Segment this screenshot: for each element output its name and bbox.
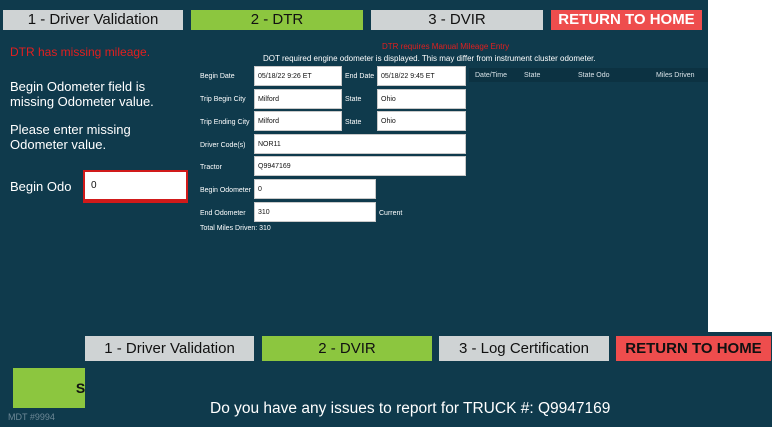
begin-odo-label: Begin Odo: [10, 179, 72, 194]
dvir-screen: 1 - Driver Validation 2 - DVIR 3 - Log C…: [85, 332, 772, 427]
col-miles-driven: Miles Driven: [656, 72, 695, 79]
trip-begin-city-label: Trip Begin City: [200, 96, 246, 103]
return-home-button[interactable]: RETURN TO HOME: [551, 10, 702, 30]
col-date-time: Date/Time: [475, 72, 508, 79]
end-date-field[interactable]: 05/18/22 9:45 ET: [377, 66, 466, 86]
enter-odometer-message: Please enter missing Odometer value.: [10, 122, 131, 152]
issues-question: Do you have any issues to report for TRU…: [210, 400, 611, 417]
state-label-1: State: [345, 96, 362, 103]
end-odometer-label: End Odometer: [200, 210, 246, 217]
dvir-return-home-button[interactable]: RETURN TO HOME: [616, 336, 771, 361]
begin-odo-input[interactable]: 0: [83, 170, 188, 203]
mdt-number: MDT #9994: [8, 412, 55, 422]
tractor-label: Tractor: [200, 164, 222, 171]
tractor-field[interactable]: Q9947169: [254, 156, 466, 176]
missing-odometer-message: Begin Odometer field is missing Odometer…: [10, 79, 154, 109]
col-state-odo: State Odo: [578, 72, 610, 79]
manual-mileage-notice: DTR requires Manual Mileage Entry: [382, 42, 510, 51]
dvir-tab-driver-validation[interactable]: 1 - Driver Validation: [85, 336, 254, 361]
begin-odometer-field[interactable]: 0: [254, 179, 376, 199]
begin-date-field[interactable]: 05/18/22 9:26 ET: [254, 66, 342, 86]
trip-begin-city-field[interactable]: Milford: [254, 89, 342, 109]
error-title: DTR has missing mileage.: [10, 45, 151, 59]
driver-codes-field[interactable]: NOR11: [254, 134, 466, 154]
state-field-2[interactable]: Ohio: [377, 111, 466, 131]
begin-date-label: Begin Date: [200, 73, 235, 80]
tab-driver-validation[interactable]: 1 - Driver Validation: [3, 10, 183, 30]
odometer-disclaimer: DOT required engine odometer is displaye…: [263, 54, 596, 63]
trip-ending-city-label: Trip Ending City: [200, 119, 250, 126]
state-field-1[interactable]: Ohio: [377, 89, 466, 109]
dvir-tab-dvir[interactable]: 2 - DVIR: [262, 336, 432, 361]
col-state: State: [524, 72, 541, 79]
current-label: Current: [379, 210, 403, 217]
total-miles-driven: Total Miles Driven: 310: [200, 225, 271, 232]
tab-dtr[interactable]: 2 - DTR: [191, 10, 363, 30]
state-label-2: State: [345, 119, 362, 126]
dvir-tab-log-certification[interactable]: 3 - Log Certification: [439, 336, 609, 361]
tab-dvir[interactable]: 3 - DVIR: [371, 10, 543, 30]
end-odometer-field[interactable]: 310: [254, 202, 376, 222]
trip-ending-city-field[interactable]: Milford: [254, 111, 342, 131]
submit-button[interactable]: S: [13, 368, 93, 408]
begin-odometer-label: Begin Odometer: [200, 187, 251, 194]
end-date-label: End Date: [345, 73, 375, 80]
driver-codes-label: Driver Code(s): [200, 142, 246, 149]
